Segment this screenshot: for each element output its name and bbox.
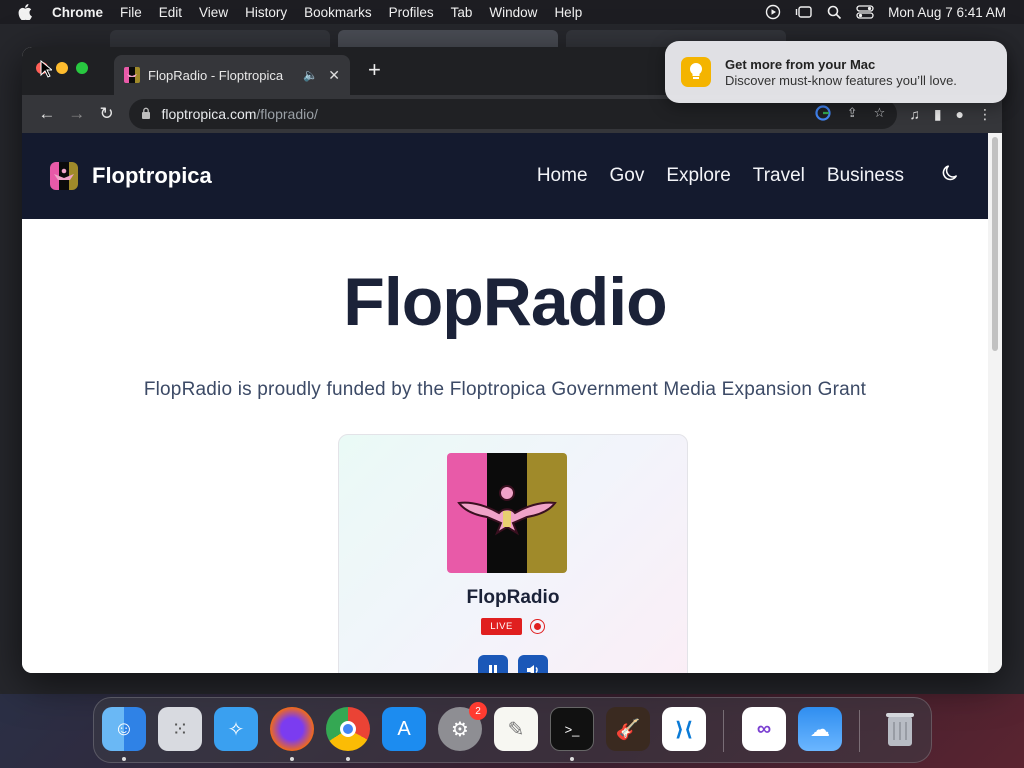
dark-mode-toggle-icon[interactable] — [942, 164, 960, 188]
menu-profiles[interactable]: Profiles — [389, 5, 434, 20]
tips-lightbulb-icon — [681, 57, 711, 87]
live-badge: LIVE — [481, 618, 522, 635]
menu-app-name[interactable]: Chrome — [52, 5, 103, 20]
profile-icon[interactable]: ● — [956, 106, 964, 123]
control-center-icon[interactable] — [856, 5, 874, 19]
dock-safari-icon[interactable]: ✧ — [214, 707, 258, 751]
media-controls-icon[interactable]: ♫ — [909, 106, 920, 123]
dock-vscode-icon[interactable]: ⟩⟨ — [662, 707, 706, 751]
pause-button[interactable] — [478, 655, 508, 673]
dock-textedit-icon[interactable]: ✎ — [494, 707, 538, 751]
reload-button[interactable]: ↻ — [92, 104, 122, 124]
now-playing-icon[interactable] — [765, 4, 781, 20]
dock-visual-studio-icon[interactable]: ∞ — [742, 707, 786, 751]
page-title: FlopRadio — [343, 264, 667, 340]
side-panel-icon[interactable]: ▮ — [934, 106, 942, 123]
volume-button[interactable] — [518, 655, 548, 673]
dock-garageband-icon[interactable]: 🎸 — [606, 707, 650, 751]
menu-bar-clock[interactable]: Mon Aug 7 6:41 AM — [888, 5, 1006, 20]
toolbar-extensions: ♫ ▮ ● ⋮ — [909, 106, 992, 123]
tab-close-icon[interactable]: ✕ — [328, 67, 340, 84]
lock-icon[interactable] — [141, 106, 151, 122]
macos-menu-bar: Chrome File Edit View History Bookmarks … — [0, 0, 1024, 24]
menu-bar-status: Mon Aug 7 6:41 AM — [765, 4, 1006, 20]
forward-button[interactable]: → — [62, 104, 92, 124]
site-navigation: Home Gov Explore Travel Business — [537, 164, 960, 188]
player-controls — [339, 655, 687, 673]
nav-travel[interactable]: Travel — [753, 165, 805, 187]
page-subtitle: FlopRadio is proudly funded by the Flopt… — [143, 379, 867, 400]
tab-audio-playing-icon[interactable]: 🔈 — [303, 68, 318, 82]
address-bar[interactable]: floptropica.com/flopradio/ ⇪ ☆ — [129, 99, 898, 129]
stage-manager-icon[interactable] — [795, 5, 813, 19]
notification-text: Get more from your Mac Discover must-kno… — [725, 57, 957, 88]
notification-body: Discover must-know features you’ll love. — [725, 72, 957, 88]
url-path: /flopradio/ — [256, 106, 318, 122]
dock-firefox-icon[interactable] — [270, 707, 314, 751]
share-icon[interactable]: ⇪ — [847, 105, 858, 124]
dock-terminal-icon[interactable]: >_ — [550, 707, 594, 751]
menu-view[interactable]: View — [199, 5, 228, 20]
back-button[interactable]: ← — [32, 104, 62, 124]
scrollbar-thumb[interactable] — [992, 137, 998, 351]
apple-menu-icon[interactable] — [18, 4, 38, 20]
running-indicator — [290, 757, 294, 761]
dock-trash-icon[interactable] — [878, 707, 922, 751]
fullscreen-window-button[interactable] — [76, 62, 88, 74]
menu-bookmarks[interactable]: Bookmarks — [304, 5, 372, 20]
web-page: Floptropica Home Gov Explore Travel Busi… — [22, 133, 988, 673]
url-host: floptropica.com — [161, 106, 257, 122]
menu-tab[interactable]: Tab — [451, 5, 473, 20]
menu-window[interactable]: Window — [489, 5, 537, 20]
menu-file[interactable]: File — [120, 5, 142, 20]
minimize-window-button[interactable] — [56, 62, 68, 74]
dock-launchpad-icon[interactable]: ⁙ — [158, 707, 202, 751]
chrome-menu-icon[interactable]: ⋮ — [978, 106, 992, 123]
bookmark-star-icon[interactable]: ☆ — [874, 105, 886, 124]
dock-finder-icon[interactable]: ☺ — [102, 707, 146, 751]
dock-chrome-icon[interactable] — [326, 707, 370, 751]
page-scrollbar[interactable] — [988, 133, 1002, 673]
tips-notification[interactable]: Get more from your Mac Discover must-kno… — [665, 41, 1007, 103]
new-tab-button[interactable]: + — [368, 59, 381, 81]
tab-active[interactable]: FlopRadio - Floptropica 🔈 ✕ — [114, 55, 350, 95]
notification-title: Get more from your Mac — [725, 56, 876, 72]
radio-player-card: FlopRadio LIVE — [338, 434, 688, 673]
running-indicator — [122, 757, 126, 761]
tab-title: FlopRadio - Floptropica — [148, 67, 284, 83]
site-brand[interactable]: Floptropica — [50, 162, 212, 190]
nav-gov[interactable]: Gov — [610, 165, 645, 187]
dock-separator — [859, 710, 860, 752]
nav-home[interactable]: Home — [537, 165, 588, 187]
nav-business[interactable]: Business — [827, 165, 904, 187]
chrome-window: FlopRadio - Floptropica 🔈 ✕ + ← → ↻ flop… — [22, 47, 1002, 673]
floptropica-logo-icon — [50, 162, 78, 190]
dock-system-settings-icon[interactable]: ⚙ 2 — [438, 702, 487, 751]
mouse-cursor-icon — [40, 60, 52, 78]
notification-badge: 2 — [469, 702, 487, 720]
dock-app-store-icon[interactable]: A — [382, 707, 426, 751]
recording-indicator-icon — [529, 619, 545, 634]
site-favicon-icon — [124, 67, 140, 83]
address-bar-actions: ⇪ ☆ — [815, 104, 886, 124]
running-indicator — [570, 757, 574, 761]
station-artwork — [447, 453, 567, 573]
station-name: FlopRadio — [466, 587, 560, 608]
brand-name: Floptropica — [92, 163, 212, 188]
menu-edit[interactable]: Edit — [159, 5, 182, 20]
spotlight-search-icon[interactable] — [827, 5, 842, 20]
dock-separator — [723, 710, 724, 752]
menu-history[interactable]: History — [245, 5, 287, 20]
live-status: LIVE — [339, 618, 687, 635]
site-header: Floptropica Home Gov Explore Travel Busi… — [22, 133, 988, 219]
macos-dock: ☺ ⁙ ✧ A ⚙ 2 ✎ >_ 🎸 ⟩⟨ ∞ ☁ — [93, 697, 932, 763]
running-indicator — [346, 757, 350, 761]
nav-explore[interactable]: Explore — [666, 165, 730, 187]
menu-help[interactable]: Help — [554, 5, 582, 20]
google-lens-icon[interactable] — [815, 104, 831, 124]
dock-weather-icon[interactable]: ☁ — [798, 707, 842, 751]
